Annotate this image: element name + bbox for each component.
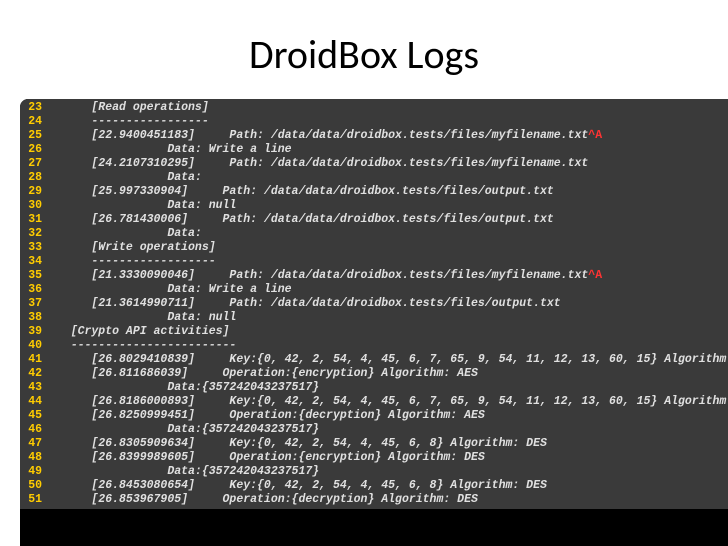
log-row: 43 Data:{357242043237517}: [20, 381, 728, 395]
log-text: [26.8029410839] Key:{0, 42, 2, 54, 4, 45…: [50, 353, 728, 367]
log-text: Data: Write a line: [50, 143, 728, 157]
log-row: 38 Data: null: [20, 311, 728, 325]
log-row: 39 [Crypto API activities]: [20, 325, 728, 339]
log-text: [26.8250999451] Operation:{decryption} A…: [50, 409, 728, 423]
log-text: [26.8305909634] Key:{0, 42, 2, 54, 4, 45…: [50, 437, 728, 451]
log-row: 41 [26.8029410839] Key:{0, 42, 2, 54, 4,…: [20, 353, 728, 367]
line-number: 25: [20, 129, 50, 143]
line-number: 49: [20, 465, 50, 479]
log-row: 25 [22.9400451183] Path: /data/data/droi…: [20, 129, 728, 143]
log-text: Data:: [50, 171, 728, 185]
log-text: [26.781430006] Path: /data/data/droidbox…: [50, 213, 728, 227]
log-row: 51 [26.853967905] Operation:{decryption}…: [20, 493, 728, 507]
line-number: 48: [20, 451, 50, 465]
line-number: 39: [20, 325, 50, 339]
log-text: Data:{357242043237517}: [50, 381, 728, 395]
line-number: 24: [20, 115, 50, 129]
log-text: Data: Write a line: [50, 283, 728, 297]
log-text: [Write operations]: [50, 241, 728, 255]
log-text: [22.9400451183] Path: /data/data/droidbo…: [50, 129, 728, 143]
line-number: 47: [20, 437, 50, 451]
log-row: 45 [26.8250999451] Operation:{decryption…: [20, 409, 728, 423]
line-number: 50: [20, 479, 50, 493]
log-row: 23 [Read operations]: [20, 101, 728, 115]
line-number: 33: [20, 241, 50, 255]
log-text: [Crypto API activities]: [50, 325, 728, 339]
line-number: 27: [20, 157, 50, 171]
accent-marker: ^A: [588, 129, 602, 142]
log-row: 47 [26.8305909634] Key:{0, 42, 2, 54, 4,…: [20, 437, 728, 451]
log-row: 34 ------------------: [20, 255, 728, 269]
log-text: ------------------------: [50, 339, 728, 353]
line-number: 40: [20, 339, 50, 353]
line-number: 31: [20, 213, 50, 227]
log-row: 31 [26.781430006] Path: /data/data/droid…: [20, 213, 728, 227]
log-row: 27 [24.2107310295] Path: /data/data/droi…: [20, 157, 728, 171]
line-number: 30: [20, 199, 50, 213]
log-text: Data:: [50, 227, 728, 241]
log-row: 35 [21.3330090046] Path: /data/data/droi…: [20, 269, 728, 283]
log-block: 23 [Read operations]24 -----------------…: [20, 99, 728, 509]
log-text: [26.8453080654] Key:{0, 42, 2, 54, 4, 45…: [50, 479, 728, 493]
log-text: [21.3330090046] Path: /data/data/droidbo…: [50, 269, 728, 283]
log-text: -----------------: [50, 115, 728, 129]
log-row: 28 Data:: [20, 171, 728, 185]
log-text: Data:{357242043237517}: [50, 465, 728, 479]
log-row: 32 Data:: [20, 227, 728, 241]
log-row: 29 [25.997330904] Path: /data/data/droid…: [20, 185, 728, 199]
line-number: 37: [20, 297, 50, 311]
log-text: [25.997330904] Path: /data/data/droidbox…: [50, 185, 728, 199]
log-row: 33 [Write operations]: [20, 241, 728, 255]
line-number: 38: [20, 311, 50, 325]
page-title: DroidBox Logs: [0, 0, 728, 99]
log-row: 48 [26.8399989605] Operation:{encryption…: [20, 451, 728, 465]
line-number: 29: [20, 185, 50, 199]
log-row: 46 Data:{357242043237517}: [20, 423, 728, 437]
log-text: [26.8399989605] Operation:{encryption} A…: [50, 451, 728, 465]
log-text: Data: null: [50, 311, 728, 325]
line-number: 35: [20, 269, 50, 283]
log-text: [26.853967905] Operation:{decryption} Al…: [50, 493, 728, 507]
log-text: ------------------: [50, 255, 728, 269]
log-text: [Read operations]: [50, 101, 728, 115]
log-row: 37 [21.3614990711] Path: /data/data/droi…: [20, 297, 728, 311]
line-number: 44: [20, 395, 50, 409]
log-text: Data:{357242043237517}: [50, 423, 728, 437]
accent-marker: ^A: [588, 269, 602, 282]
log-row: 49 Data:{357242043237517}: [20, 465, 728, 479]
line-number: 34: [20, 255, 50, 269]
log-text: [24.2107310295] Path: /data/data/droidbo…: [50, 157, 728, 171]
line-number: 43: [20, 381, 50, 395]
log-row: 36 Data: Write a line: [20, 283, 728, 297]
log-row: 50 [26.8453080654] Key:{0, 42, 2, 54, 4,…: [20, 479, 728, 493]
log-text: [26.8186000893] Key:{0, 42, 2, 54, 4, 45…: [50, 395, 728, 409]
log-row: 26 Data: Write a line: [20, 143, 728, 157]
log-text: Data: null: [50, 199, 728, 213]
log-row: 44 [26.8186000893] Key:{0, 42, 2, 54, 4,…: [20, 395, 728, 409]
line-number: 51: [20, 493, 50, 507]
line-number: 41: [20, 353, 50, 367]
terminal-bottom: [20, 509, 728, 539]
log-text: [21.3614990711] Path: /data/data/droidbo…: [50, 297, 728, 311]
log-row: 40 ------------------------: [20, 339, 728, 353]
slide: DroidBox Logs 23 [Read operations]24 ---…: [0, 0, 728, 546]
line-number: 45: [20, 409, 50, 423]
line-number: 36: [20, 283, 50, 297]
line-number: 23: [20, 101, 50, 115]
line-number: 26: [20, 143, 50, 157]
line-number: 42: [20, 367, 50, 381]
line-number: 32: [20, 227, 50, 241]
terminal-panel: 23 [Read operations]24 -----------------…: [20, 99, 728, 546]
line-number: 28: [20, 171, 50, 185]
log-row: 24 -----------------: [20, 115, 728, 129]
log-text: [26.811686039] Operation:{encryption} Al…: [50, 367, 728, 381]
log-row: 42 [26.811686039] Operation:{encryption}…: [20, 367, 728, 381]
line-number: 46: [20, 423, 50, 437]
log-row: 30 Data: null: [20, 199, 728, 213]
